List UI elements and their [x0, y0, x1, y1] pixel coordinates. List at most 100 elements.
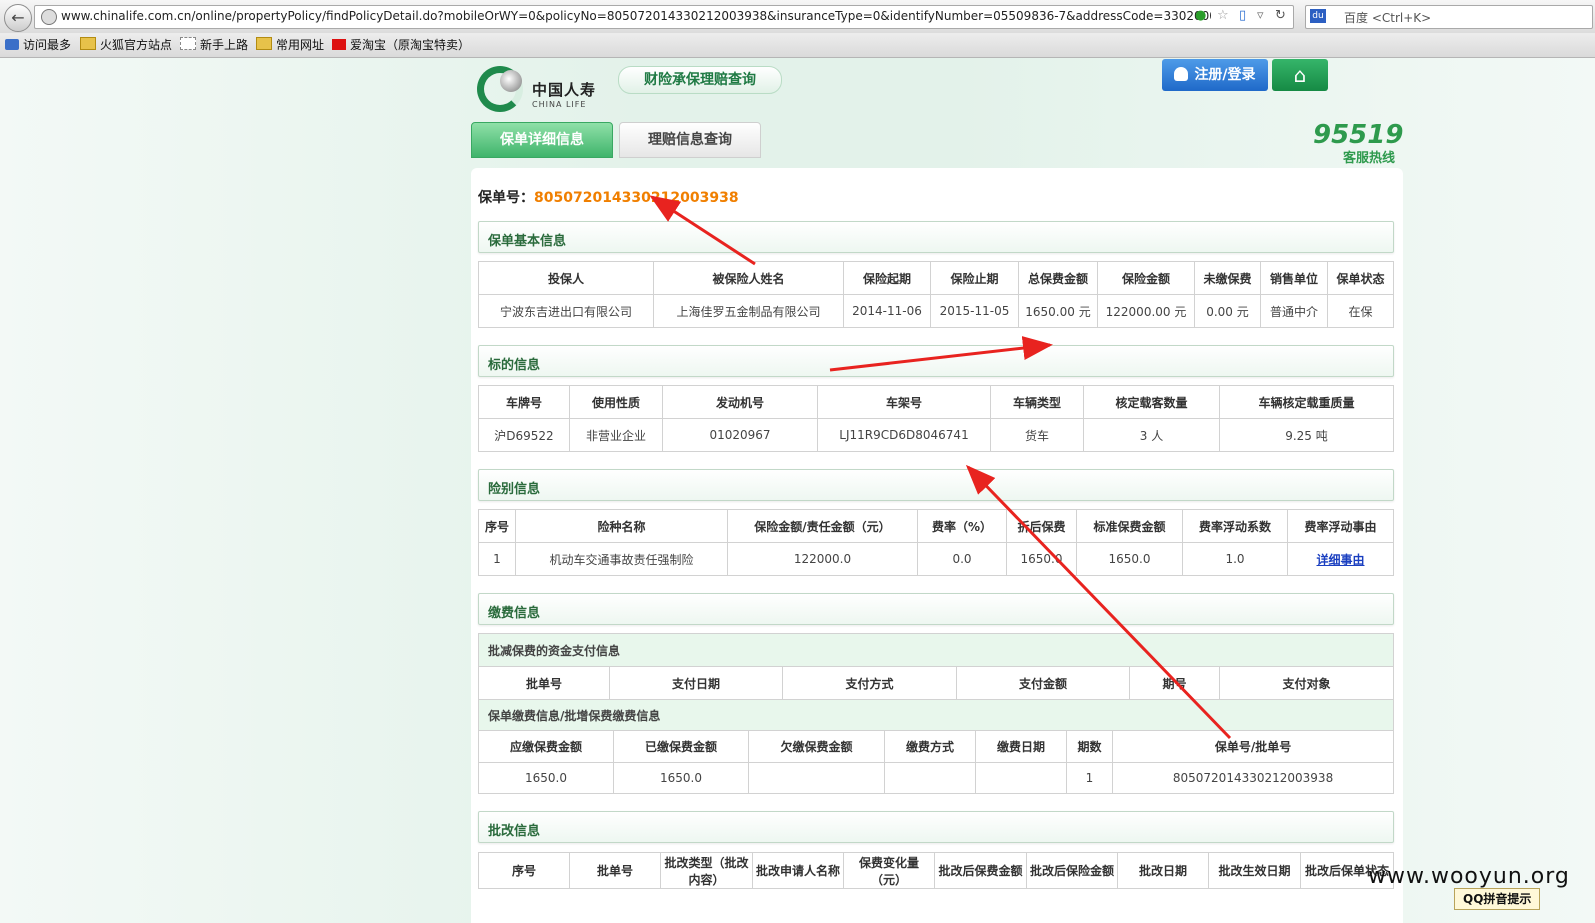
dropdown-icon[interactable]: ▿	[1257, 8, 1264, 23]
reload-icon[interactable]: ↻	[1275, 8, 1286, 23]
bookmark-taobao[interactable]: 爱淘宝（原淘宝特卖）	[332, 37, 470, 53]
column-header: 保险止期	[930, 261, 1019, 295]
table-cell: 详细事由	[1287, 542, 1394, 576]
table-cell	[975, 762, 1067, 794]
user-icon	[1174, 67, 1189, 81]
home-button[interactable]: ⌂	[1272, 59, 1328, 91]
section-endorsement-info: 批改信息	[478, 811, 1394, 843]
column-header: 保险起期	[843, 261, 931, 295]
column-header: 费率浮动事由	[1287, 509, 1394, 543]
table-cell: 2015-11-05	[930, 294, 1019, 328]
basic-info-table: 投保人 被保险人姓名 保险起期 保险止期 总保费金额 保险金额 未缴保费 销售单…	[478, 261, 1394, 328]
tab-claims-query[interactable]: 理赔信息查询	[619, 122, 761, 158]
column-header: 期号	[1129, 666, 1220, 700]
table-header-row: 投保人 被保险人姓名 保险起期 保险止期 总保费金额 保险金额 未缴保费 销售单…	[478, 261, 1394, 295]
table-cell: 01020967	[662, 418, 818, 452]
bookmark-common-sites[interactable]: 常用网址	[256, 37, 324, 53]
folder-icon	[256, 37, 272, 50]
go-icon[interactable]: ●	[1195, 8, 1206, 23]
table-header-row: 序号 批单号 批改类型（批改内容） 批改申请人名称 保费变化量（元） 批改后保费…	[478, 852, 1394, 889]
watermark-text: www.wooyun.org	[1368, 864, 1570, 889]
search-placeholder: 百度 <Ctrl+K>	[1344, 11, 1432, 25]
column-header: 批改后保险金额	[1026, 852, 1118, 889]
table-cell: 沪D69522	[478, 418, 570, 452]
column-header: 支付金额	[956, 666, 1130, 700]
column-header: 使用性质	[569, 385, 663, 419]
table-row: 1650.0 1650.0 1 805072014330212003938	[478, 762, 1395, 794]
column-header: 保险金额	[1097, 261, 1195, 295]
tab-policy-detail[interactable]: 保单详细信息	[471, 122, 613, 158]
section-coverage-info: 险别信息	[478, 469, 1394, 501]
table-header-row: 序号 险种名称 保险金额/责任金额（元） 费率（%） 折后保费 标准保费金额 费…	[478, 509, 1394, 543]
bookmarks-bar: 访问最多 火狐官方站点 新手上路 常用网址 爱淘宝（原淘宝特卖）	[0, 33, 1595, 58]
column-header: 缴费日期	[975, 730, 1067, 763]
section-basic-info: 保单基本信息	[478, 221, 1394, 253]
table-cell: 货车	[990, 418, 1084, 452]
policy-content-panel: 保单号：805072014330212003938 保单基本信息 投保人 被保险…	[471, 168, 1403, 923]
column-header: 销售单位	[1260, 261, 1328, 295]
column-header: 保单状态	[1327, 261, 1394, 295]
table-cell: 在保	[1327, 294, 1394, 328]
browser-toolbar: ← www.chinalife.com.cn/online/propertyPo…	[0, 0, 1595, 34]
table-cell	[884, 762, 976, 794]
bookmark-getting-started[interactable]: 新手上路	[180, 37, 248, 53]
table-header-row: 应缴保费金额 已缴保费金额 欠缴保费金额 缴费方式 缴费日期 期数 保单号/批单…	[478, 730, 1395, 763]
home-icon: ⌂	[1293, 63, 1307, 87]
column-header: 费率浮动系数	[1182, 509, 1288, 543]
premium-payment-table: 保单缴费信息/批增保费缴费信息 应缴保费金额 已缴保费金额 欠缴保费金额 缴费方…	[477, 699, 1395, 794]
column-header: 发动机号	[662, 385, 818, 419]
table-cell: 1	[478, 542, 516, 576]
column-header: 车牌号	[478, 385, 570, 419]
column-header: 保险金额/责任金额（元）	[727, 509, 918, 543]
web-page: 中国人寿 CHINA LIFE 财险承保理赔查询 注册/登录 ⌂ 保单详细信息 …	[0, 58, 1595, 923]
table-cell: 2014-11-06	[843, 294, 931, 328]
column-header: 标准保费金额	[1076, 509, 1183, 543]
register-login-button[interactable]: 注册/登录	[1162, 59, 1268, 91]
column-header: 期数	[1066, 730, 1113, 763]
folder-icon	[80, 37, 96, 50]
column-header: 批单号	[569, 852, 661, 889]
table-cell: 1650.00 元	[1018, 294, 1098, 328]
table-header-row: 批单号 支付日期 支付方式 支付金额 期号 支付对象	[478, 666, 1395, 700]
column-header: 车架号	[817, 385, 991, 419]
column-header: 保单号/批单号	[1111, 730, 1395, 763]
subsection-title: 批减保费的资金支付信息	[477, 633, 1395, 667]
policy-number-value: 805072014330212003938	[534, 190, 739, 206]
column-header: 缴费方式	[884, 730, 976, 763]
column-header: 总保费金额	[1018, 261, 1098, 295]
detail-reason-link[interactable]: 详细事由	[1316, 553, 1364, 567]
table-cell: 1650.0	[1006, 542, 1077, 576]
table-cell: 3 人	[1083, 418, 1220, 452]
hotline-label: 客服热线	[1343, 151, 1396, 166]
table-cell: 805072014330212003938	[1111, 762, 1395, 794]
most-visited-icon	[5, 39, 19, 50]
site-subtitle: 财险承保理赔查询	[618, 66, 782, 94]
column-header: 保费变化量（元）	[843, 852, 935, 889]
column-header: 批改类型（批改内容）	[660, 852, 753, 889]
bookmark-star-icon[interactable]: ☆	[1217, 8, 1229, 23]
url-field[interactable]: www.chinalife.com.cn/online/propertyPoli…	[34, 5, 1294, 29]
table-cell: 非营业企业	[569, 418, 663, 452]
refund-payment-table: 批减保费的资金支付信息 批单号 支付日期 支付方式 支付金额 期号 支付对象	[477, 633, 1395, 700]
logo-text-en: CHINA LIFE	[532, 100, 587, 109]
table-row: 1 机动车交通事故责任强制险 122000.0 0.0 1650.0 1650.…	[478, 542, 1394, 576]
bookmark-most-visited[interactable]: 访问最多	[5, 37, 71, 53]
table-cell: 1650.0	[1076, 542, 1183, 576]
section-subject-info: 标的信息	[478, 345, 1394, 377]
table-row: 沪D69522 非营业企业 01020967 LJ11R9CD6D8046741…	[478, 418, 1394, 452]
column-header: 欠缴保费金额	[748, 730, 885, 763]
column-header: 险种名称	[515, 509, 728, 543]
section-title: 批改信息	[488, 824, 541, 839]
mobile-icon[interactable]: ▯	[1239, 8, 1246, 23]
search-field[interactable]: du 百度 <Ctrl+K>	[1305, 5, 1593, 29]
subject-info-table: 车牌号 使用性质 发动机号 车架号 车辆类型 核定载客数量 车辆核定载重质量 沪…	[478, 385, 1394, 452]
back-button[interactable]: ←	[4, 4, 32, 32]
bookmark-firefox-site[interactable]: 火狐官方站点	[80, 37, 172, 53]
column-header: 车辆类型	[990, 385, 1084, 419]
section-title: 缴费信息	[488, 606, 541, 621]
search-engine-icon[interactable]: du	[1310, 9, 1326, 23]
table-cell: 1.0	[1182, 542, 1288, 576]
logo-sphere	[500, 70, 522, 92]
subsection-header-row: 保单缴费信息/批增保费缴费信息	[477, 699, 1395, 731]
policy-number-label: 保单号：	[478, 190, 534, 206]
